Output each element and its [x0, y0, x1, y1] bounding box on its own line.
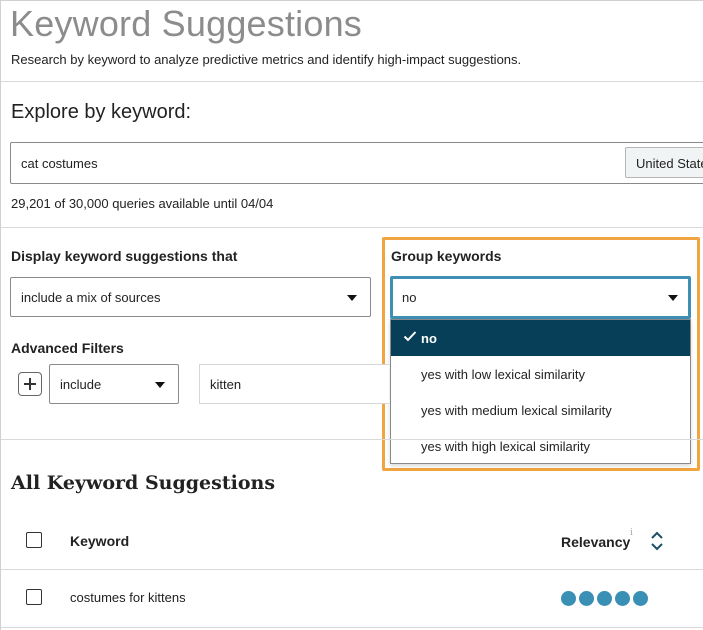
relevancy-dot — [615, 591, 630, 606]
keyword-input-value: cat costumes — [21, 156, 98, 171]
country-selector-button[interactable]: United States — [625, 147, 703, 178]
group-keywords-dropdown: no yes with low lexical similarity yes w… — [390, 319, 691, 464]
keyword-column-header[interactable]: Keyword — [70, 533, 129, 549]
dropdown-option-medium[interactable]: yes with medium lexical similarity — [391, 392, 690, 428]
group-keywords-value: no — [402, 290, 417, 305]
add-filter-button[interactable] — [18, 372, 42, 396]
info-icon[interactable]: i — [630, 528, 633, 538]
dropdown-option-label: yes with high lexical similarity — [421, 439, 591, 454]
page-title: Keyword Suggestions — [10, 3, 363, 44]
relevancy-dot — [579, 591, 594, 606]
display-suggestions-select[interactable]: include a mix of sources — [10, 277, 371, 317]
dropdown-option-high[interactable]: yes with high lexical similarity — [391, 428, 690, 464]
select-all-checkbox[interactable] — [26, 532, 42, 548]
relevancy-dot — [597, 591, 612, 606]
dropdown-option-label: no — [421, 331, 437, 346]
filter-mode-value: include — [60, 377, 102, 392]
chevron-down-icon — [155, 382, 165, 388]
check-icon — [403, 331, 417, 342]
dropdown-option-low[interactable]: yes with low lexical similarity — [391, 356, 690, 392]
query-quota-text: 29,201 of 30,000 queries available until… — [11, 196, 274, 211]
explore-heading: Explore by keyword: — [11, 101, 192, 123]
filter-mode-select[interactable]: include — [49, 364, 179, 404]
relevancy-dot — [633, 591, 648, 606]
display-suggestions-label: Display keyword suggestions that — [11, 248, 238, 264]
filter-term-input[interactable]: kitten — [199, 364, 389, 404]
row-keyword[interactable]: costumes for kittens — [70, 590, 186, 605]
keyword-suggestions-page: Keyword Suggestions Research by keyword … — [0, 0, 703, 630]
display-suggestions-value: include a mix of sources — [21, 290, 161, 305]
chevron-down-icon — [668, 295, 678, 301]
divider — [1, 439, 703, 440]
row-checkbox[interactable] — [26, 589, 42, 605]
sort-icon[interactable] — [649, 530, 665, 552]
plus-icon — [24, 378, 36, 390]
results-heading: All Keyword Suggestions — [11, 472, 276, 494]
page-subtitle: Research by keyword to analyze predictiv… — [11, 52, 522, 67]
filter-term-value: kitten — [210, 377, 242, 392]
advanced-filters-label: Advanced Filters — [11, 340, 124, 356]
keyword-input[interactable]: cat costumes — [10, 142, 703, 184]
divider — [1, 627, 703, 628]
divider — [1, 81, 703, 82]
divider — [1, 227, 703, 228]
divider — [1, 569, 703, 570]
dropdown-option-label: yes with medium lexical similarity — [421, 403, 612, 418]
relevancy-column-header[interactable]: Relevancy — [561, 534, 630, 550]
chevron-down-icon — [347, 295, 357, 301]
dropdown-option-no[interactable]: no — [391, 320, 690, 356]
dropdown-option-label: yes with low lexical similarity — [421, 367, 585, 382]
group-keywords-label: Group keywords — [391, 248, 502, 264]
group-keywords-select[interactable]: no — [390, 276, 691, 319]
relevancy-dot — [561, 591, 576, 606]
